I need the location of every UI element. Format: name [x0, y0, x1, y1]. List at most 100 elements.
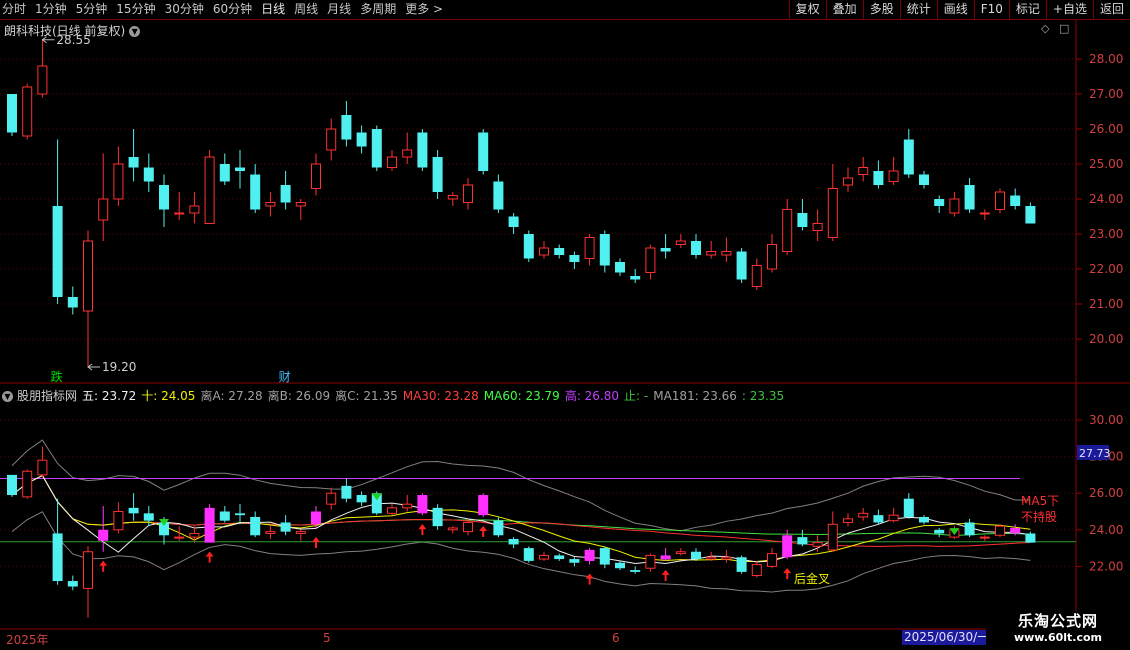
- sub-candle: [615, 560, 625, 571]
- period-tab-1[interactable]: 1分钟: [35, 0, 67, 20]
- axis-main-label-5: 23.00: [1089, 227, 1123, 241]
- candle: [827, 164, 838, 241]
- buy-arrow-icon: [312, 536, 320, 548]
- sub-candle: [858, 507, 869, 521]
- ma30-line: [11, 474, 1031, 547]
- sub-candle: [326, 487, 337, 510]
- candle: [979, 209, 990, 220]
- candle: [615, 258, 625, 276]
- sub-candle: [113, 502, 124, 534]
- sub-candle: [478, 493, 489, 517]
- watermark-title: 乐淘公式网: [1017, 612, 1098, 630]
- ma5-note-line2: 不持股: [1021, 509, 1057, 524]
- chevron-down-icon[interactable]: ▼: [129, 26, 141, 37]
- axis-sub-label-4: 22.00: [1089, 559, 1123, 573]
- candle: [295, 199, 306, 220]
- candle: [645, 244, 656, 280]
- period-tab-10[interactable]: 更多 >: [405, 0, 443, 20]
- sub-candle: [402, 495, 413, 512]
- sub-candle: [98, 506, 109, 552]
- indicator-name: 股朋指标网: [17, 389, 78, 403]
- square-icon[interactable]: □: [1059, 22, 1069, 35]
- legend-item-7: 高: 26.80: [564, 389, 620, 403]
- candle: [1010, 188, 1021, 210]
- stock-title[interactable]: 朗科科技(日线 前复权) ▼: [4, 22, 141, 39]
- candle: [219, 153, 230, 185]
- candle: [463, 178, 473, 210]
- sub-candle: [219, 506, 230, 523]
- candle: [888, 157, 899, 185]
- sub-candle: [554, 553, 565, 561]
- toolbar-action-3[interactable]: 统计: [899, 0, 937, 20]
- candle: [311, 153, 321, 196]
- sub-candle: [873, 509, 884, 525]
- toolbar-action-7[interactable]: +自选: [1045, 0, 1093, 20]
- period-tab-9[interactable]: 多周期: [360, 0, 396, 20]
- toolbar-action-8[interactable]: 返回: [1092, 0, 1130, 20]
- legend-item-9: MA181: 23.66: [653, 389, 737, 403]
- period-tab-6[interactable]: 日线: [261, 0, 285, 20]
- candle: [432, 150, 443, 199]
- sub-candle: [356, 491, 367, 507]
- candle: [903, 129, 914, 178]
- period-tabs: 分时 1分钟 5分钟 15分钟 30分钟 60分钟 日线 周线 月线 多周期 更多 >: [2, 0, 452, 20]
- candle: [995, 188, 1005, 213]
- axis-sub-label-3: 24.00: [1089, 523, 1123, 537]
- candle: [767, 234, 777, 273]
- sub-candle: [250, 511, 261, 538]
- candle: [113, 146, 124, 206]
- watermark-logo: 乐淘公式网 www.60lt.com: [986, 611, 1130, 650]
- sub-candle: [417, 493, 428, 516]
- candle: [83, 230, 93, 367]
- candle: [341, 101, 352, 147]
- period-tab-2[interactable]: 5分钟: [76, 0, 108, 20]
- sub-candle: [128, 493, 139, 521]
- toolbar-action-5[interactable]: F10: [973, 0, 1009, 20]
- candle: [949, 192, 960, 217]
- sub-candle: [387, 504, 397, 516]
- golden-cross-note: 后金叉: [794, 571, 830, 586]
- candle: [873, 160, 884, 189]
- chevron-down-icon[interactable]: ▼: [2, 391, 13, 402]
- axis-main-label-4: 24.00: [1089, 192, 1123, 206]
- candle: [159, 174, 169, 227]
- chart-area[interactable]: MA5下不持股后金叉 28.5519.20跌财 28.0027.0026.002…: [0, 20, 1130, 650]
- axis-main-label-3: 25.00: [1089, 157, 1123, 171]
- period-tab-5[interactable]: 60分钟: [213, 0, 252, 20]
- date-label-2: 6: [612, 631, 620, 645]
- candle: [812, 209, 823, 241]
- toolbar: 分时 1分钟 5分钟 15分钟 30分钟 60分钟 日线 周线 月线 多周期 更多 > 复权 叠加 多股…: [0, 0, 1130, 20]
- axis-sub-label-2: 26.00: [1089, 486, 1123, 500]
- toolbar-action-2[interactable]: 多股: [862, 0, 900, 20]
- buy-arrow-icon: [205, 551, 214, 563]
- event-marker-1[interactable]: 财: [279, 370, 291, 384]
- candle: [843, 167, 853, 192]
- toolbar-action-4[interactable]: 画线: [936, 0, 974, 20]
- candle: [751, 258, 762, 290]
- buy-arrow-icon: [585, 573, 594, 585]
- period-tab-3[interactable]: 15分钟: [116, 0, 155, 20]
- candle: [782, 199, 793, 255]
- candle: [858, 157, 869, 182]
- sub-candle: [995, 524, 1005, 538]
- diamond-icon[interactable]: ◇: [1041, 22, 1049, 35]
- toolbar-action-1[interactable]: 叠加: [825, 0, 863, 20]
- period-tab-8[interactable]: 月线: [327, 0, 351, 20]
- sub-candle: [539, 551, 549, 561]
- period-tab-7[interactable]: 周线: [294, 0, 318, 20]
- candle: [584, 234, 595, 266]
- candle: [721, 237, 732, 262]
- toolbar-action-6[interactable]: 标记: [1008, 0, 1046, 20]
- candle: [67, 286, 78, 315]
- sub-candle: [432, 504, 443, 530]
- toolbar-action-0[interactable]: 复权: [788, 0, 826, 20]
- event-marker-0[interactable]: 跌: [51, 369, 63, 384]
- period-tab-0[interactable]: 分时: [2, 0, 26, 20]
- sub-candle: [675, 548, 686, 556]
- stock-title-text: 朗科科技(日线 前复权): [4, 24, 126, 38]
- period-tab-4[interactable]: 30分钟: [165, 0, 204, 20]
- candle: [37, 39, 48, 98]
- candle: [964, 178, 975, 213]
- sub-candle: [660, 548, 671, 561]
- candle: [569, 251, 580, 269]
